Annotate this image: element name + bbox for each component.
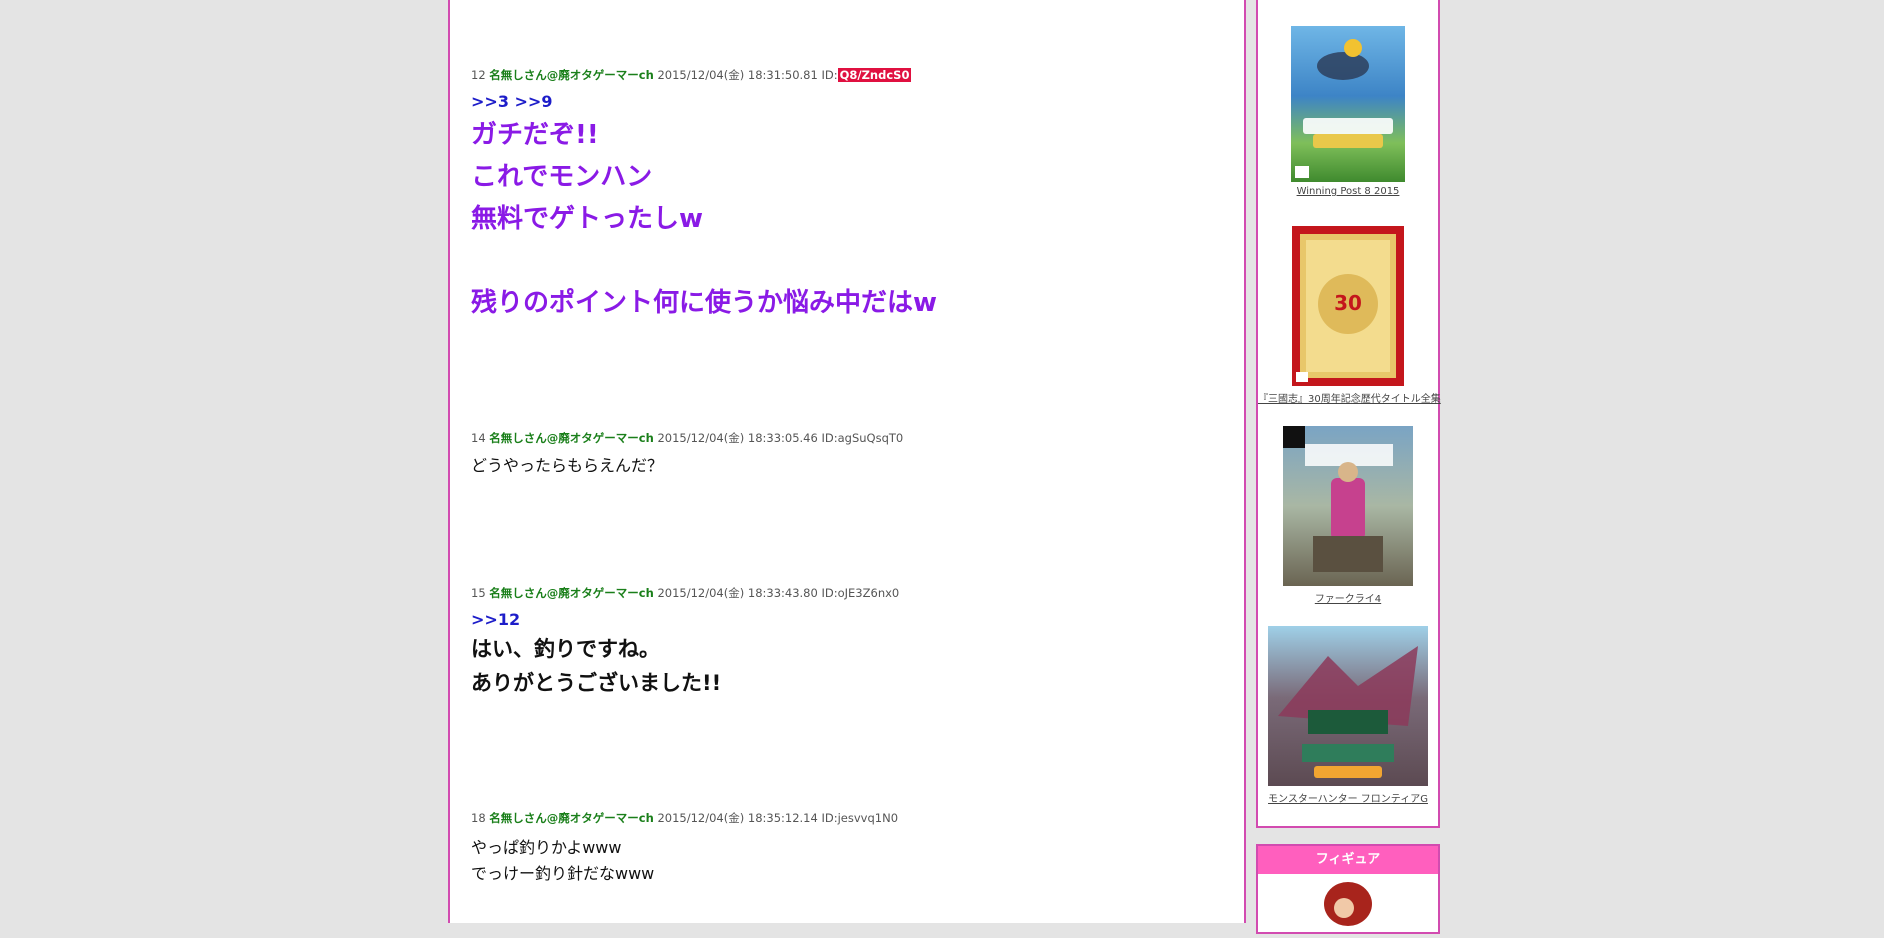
- post-id-label: ID:: [821, 811, 838, 825]
- monster-hunter-cover-icon: [1278, 646, 1418, 778]
- svg-text:30: 30: [1334, 291, 1362, 315]
- post-id[interactable]: agSuQsqT0: [838, 431, 904, 445]
- reply-anchor-link[interactable]: >>12: [471, 610, 1234, 630]
- post-number[interactable]: 15: [471, 586, 486, 600]
- thread-content: 12 名無しさん@廃オタゲーマーch 2015/12/04(金) 18:31:5…: [448, 0, 1246, 923]
- post-date: 2015/12/04(金) 18:31:50.81: [657, 68, 818, 82]
- post-header: 14 名無しさん@廃オタゲーマーch 2015/12/04(金) 18:33:0…: [471, 431, 1234, 445]
- post-date: 2015/12/04(金) 18:33:43.80: [657, 586, 818, 600]
- post-line: 無料でゲトったしw: [471, 204, 704, 234]
- post: 18 名無しさん@廃オタゲーマーch 2015/12/04(金) 18:35:1…: [471, 811, 1234, 887]
- product-caption[interactable]: 『三國志』30周年記念歴代タイトル全集: [1258, 390, 1441, 405]
- reply-anchor-link[interactable]: >>3 >>9: [471, 92, 1234, 112]
- product-caption[interactable]: Winning Post 8 2015: [1258, 186, 1438, 197]
- post-number[interactable]: 18: [471, 811, 486, 825]
- post-body: ガチだぞ!! これでモンハン 無料でゲトったしw 残りのポイント何に使うか悩み中…: [471, 114, 1234, 324]
- post-line: どうやったらもらえんだ？: [471, 456, 664, 475]
- figure-section: フィギュア: [1256, 844, 1440, 934]
- post-header: 18 名無しさん@廃オタゲーマーch 2015/12/04(金) 18:35:1…: [471, 811, 1234, 825]
- post-header: 12 名無しさん@廃オタゲーマーch 2015/12/04(金) 18:31:5…: [471, 68, 1234, 82]
- winning-post-cover-icon: [1295, 39, 1393, 178]
- product-thumbnail[interactable]: [1283, 426, 1413, 586]
- post: 14 名無しさん@廃オタゲーマーch 2015/12/04(金) 18:33:0…: [471, 431, 1234, 479]
- product-thumbnail[interactable]: [1291, 26, 1405, 182]
- poster-name: 名無しさん@廃オタゲーマーch: [489, 811, 654, 825]
- post-id[interactable]: oJE3Z6nx0: [838, 586, 900, 600]
- post-id-label: ID:: [821, 68, 838, 82]
- post-number[interactable]: 12: [471, 68, 486, 82]
- sidebar-product-list: Winning Post 8 2015 30 『三國志』30周年記念歴代タイトル…: [1256, 0, 1441, 828]
- figure-thumbnail[interactable]: [1258, 874, 1438, 934]
- post: 15 名無しさん@廃オタゲーマーch 2015/12/04(金) 18:33:4…: [471, 586, 1234, 700]
- post-line: やっぱ釣りかよwww: [471, 838, 622, 857]
- post-line: これでモンハン: [471, 162, 653, 192]
- post-line: ありがとうございました!!: [471, 671, 722, 695]
- post-body: やっぱ釣りかよwww でっけー釣り針だなwww: [471, 835, 1234, 887]
- post-body: はい、釣りですね。 ありがとうございました!!: [471, 632, 1234, 700]
- product-item[interactable]: Winning Post 8 2015: [1258, 26, 1438, 197]
- post-number[interactable]: 14: [471, 431, 486, 445]
- post-line: 残りのポイント何に使うか悩み中だはw: [471, 288, 938, 318]
- post-line: [471, 240, 1234, 282]
- poster-name: 名無しさん@廃オタゲーマーch: [489, 586, 654, 600]
- sangokushi-cover-icon: 30: [1296, 234, 1396, 382]
- product-caption[interactable]: ファークライ4: [1258, 590, 1438, 605]
- product-item[interactable]: 30 『三國志』30周年記念歴代タイトル全集: [1258, 226, 1441, 405]
- post-id[interactable]: jesvvq1N0: [838, 811, 898, 825]
- post-line: ガチだぞ!!: [471, 120, 599, 150]
- product-caption[interactable]: モンスターハンター フロンティアG: [1258, 790, 1438, 805]
- poster-name: 名無しさん@廃オタゲーマーch: [489, 431, 654, 445]
- poster-name: 名無しさん@廃オタゲーマーch: [489, 68, 654, 82]
- post-id-label: ID:: [821, 586, 838, 600]
- section-title: フィギュア: [1258, 846, 1438, 874]
- product-item[interactable]: モンスターハンター フロンティアG: [1258, 626, 1438, 805]
- product-thumbnail[interactable]: 30: [1292, 226, 1404, 386]
- product-thumbnail[interactable]: [1268, 626, 1428, 786]
- product-item[interactable]: ファークライ4: [1258, 426, 1438, 605]
- post-line: はい、釣りですね。: [471, 637, 660, 661]
- post-header: 15 名無しさん@廃オタゲーマーch 2015/12/04(金) 18:33:4…: [471, 586, 1234, 600]
- post-id-label: ID:: [821, 431, 838, 445]
- post-date: 2015/12/04(金) 18:33:05.46: [657, 431, 818, 445]
- farcry-cover-icon: [1283, 426, 1393, 572]
- post-body: どうやったらもらえんだ？: [471, 453, 1234, 479]
- post-line: でっけー釣り針だなwww: [471, 864, 655, 883]
- post-date: 2015/12/04(金) 18:35:12.14: [657, 811, 818, 825]
- post: 12 名無しさん@廃オタゲーマーch 2015/12/04(金) 18:31:5…: [471, 68, 1234, 324]
- post-id[interactable]: Q8/ZndcS0: [837, 68, 912, 82]
